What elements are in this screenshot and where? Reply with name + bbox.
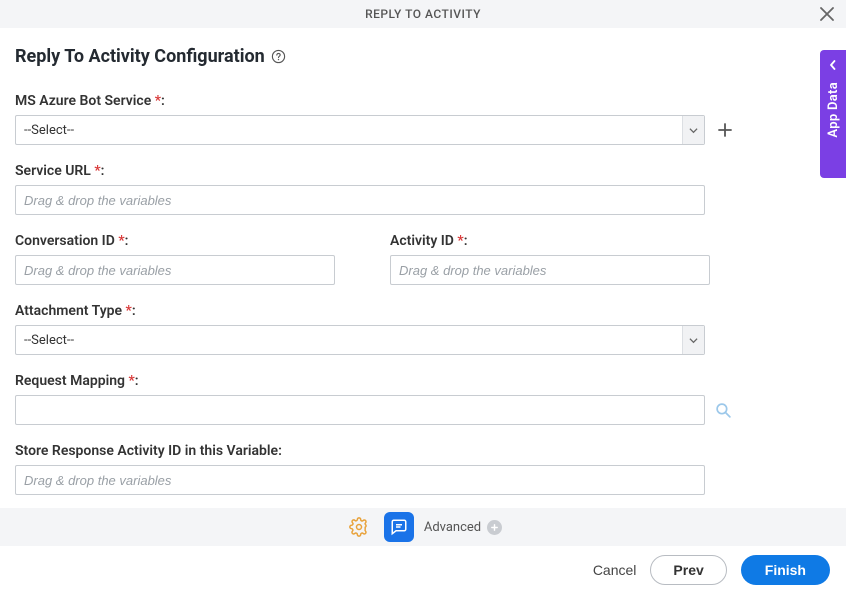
field-activity-id: Activity ID *: bbox=[390, 233, 710, 285]
select-attachment-type[interactable]: --Select-- bbox=[15, 325, 705, 355]
close-icon[interactable] bbox=[820, 7, 834, 21]
select-azure-bot-value: --Select-- bbox=[24, 123, 74, 138]
dialog-header: REPLY TO ACTIVITY bbox=[0, 0, 846, 28]
prev-button[interactable]: Prev bbox=[650, 555, 726, 585]
label-attachment-type: Attachment Type *: bbox=[15, 303, 831, 319]
input-store-response[interactable] bbox=[15, 465, 705, 495]
label-activity-id: Activity ID *: bbox=[390, 233, 710, 249]
label-azure-bot: MS Azure Bot Service *: bbox=[15, 93, 831, 109]
select-attachment-type-value: --Select-- bbox=[24, 333, 74, 348]
input-activity-id[interactable] bbox=[390, 255, 710, 285]
label-request-mapping: Request Mapping *: bbox=[15, 373, 831, 389]
field-attachment-type: Attachment Type *: --Select-- bbox=[15, 303, 831, 355]
form-area: MS Azure Bot Service *: --Select-- Servi… bbox=[0, 93, 846, 510]
select-azure-bot[interactable]: --Select-- bbox=[15, 115, 705, 145]
settings-gear-button[interactable] bbox=[344, 512, 374, 542]
caret-down-icon bbox=[682, 326, 704, 354]
field-store-response: Store Response Activity ID in this Varia… bbox=[15, 443, 831, 495]
input-conversation-id[interactable] bbox=[15, 255, 335, 285]
comment-button[interactable] bbox=[384, 512, 414, 542]
caret-down-icon bbox=[682, 116, 704, 144]
sidebar-app-data-tab[interactable]: App Data bbox=[820, 50, 846, 178]
label-conversation-id: Conversation ID *: bbox=[15, 233, 390, 249]
chevron-left-icon bbox=[828, 60, 838, 70]
field-azure-bot: MS Azure Bot Service *: --Select-- bbox=[15, 93, 831, 145]
label-store-response: Store Response Activity ID in this Varia… bbox=[15, 443, 831, 459]
finish-button[interactable]: Finish bbox=[741, 555, 830, 585]
help-icon[interactable] bbox=[271, 49, 286, 64]
field-service-url: Service URL *: bbox=[15, 163, 831, 215]
add-service-button[interactable] bbox=[711, 116, 739, 144]
advanced-toggle[interactable]: Advanced bbox=[424, 520, 502, 535]
page-title-row: Reply To Activity Configuration bbox=[0, 28, 846, 75]
bottom-toolbar: Advanced bbox=[0, 508, 846, 546]
sidebar-app-data-label: App Data bbox=[826, 82, 841, 138]
label-service-url: Service URL *: bbox=[15, 163, 831, 179]
cancel-button[interactable]: Cancel bbox=[593, 562, 637, 578]
advanced-label: Advanced bbox=[424, 520, 481, 535]
plus-circle-icon bbox=[487, 520, 502, 535]
field-conversation-id: Conversation ID *: bbox=[15, 233, 390, 285]
field-request-mapping: Request Mapping *: bbox=[15, 373, 831, 425]
dialog-footer: Cancel Prev Finish bbox=[0, 546, 846, 594]
mapping-browse-icon[interactable] bbox=[715, 402, 732, 419]
input-request-mapping[interactable] bbox=[15, 395, 705, 425]
dialog-title: REPLY TO ACTIVITY bbox=[365, 7, 481, 21]
input-service-url[interactable] bbox=[15, 185, 705, 215]
page-title: Reply To Activity Configuration bbox=[15, 46, 265, 67]
